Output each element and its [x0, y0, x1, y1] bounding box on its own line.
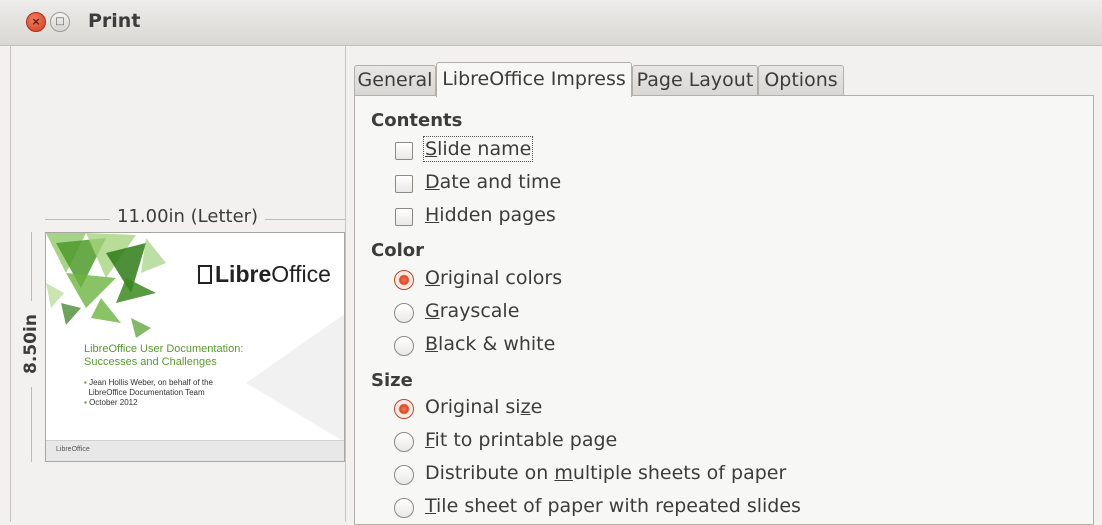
slide-bullets: ▪ Jean Hollis Weber, on behalf of the Li… [84, 378, 214, 407]
libreoffice-logo: LibreOffice [198, 261, 331, 288]
grayscale-label: Grayscale [425, 300, 520, 322]
original-size-label: Original size [425, 396, 543, 418]
impress-options-panel: Contents Slide name Date and time Hidden… [354, 95, 1094, 525]
tile-sheet-label: Tile sheet of paper with repeated slides [425, 495, 801, 517]
black-white-label: Black & white [425, 333, 556, 355]
fit-page-label: Fit to printable page [425, 429, 618, 451]
date-time-label: Date and time [425, 171, 562, 193]
slide-title: LibreOffice User Documentation: Successe… [84, 343, 244, 368]
black-white-radio[interactable] [394, 336, 414, 356]
original-colors-radio[interactable] [394, 270, 414, 290]
hidden-pages-label: Hidden pages [425, 204, 556, 226]
hidden-pages-checkbox[interactable] [395, 208, 413, 226]
window-title: Print [88, 10, 141, 32]
color-heading: Color [371, 240, 424, 261]
contents-heading: Contents [371, 110, 463, 131]
slide-name-label: Slide name [422, 136, 534, 162]
tile-sheet-radio[interactable] [394, 498, 414, 518]
distribute-sheets-radio[interactable] [394, 465, 414, 485]
original-size-radio[interactable] [394, 399, 414, 419]
distribute-sheets-label: Distribute on multiple sheets of paper [425, 462, 787, 484]
tab-general[interactable]: General [354, 65, 436, 95]
tab-page-layout[interactable]: Page Layout [632, 65, 758, 95]
page-width-dimension: 11.00in (Letter) [45, 206, 345, 232]
size-heading: Size [371, 370, 413, 391]
slide-footer: LibreOffice [46, 440, 344, 461]
print-preview-page: LibreOffice LibreOffice User Documentati… [45, 232, 345, 462]
document-icon [198, 265, 212, 284]
close-icon[interactable]: × [26, 12, 46, 32]
tab-libreoffice-impress[interactable]: LibreOffice Impress [436, 62, 632, 97]
page-height-dimension: 8.50in [18, 232, 44, 462]
slide-name-checkbox[interactable] [395, 142, 413, 160]
title-bar: × □ Print [0, 0, 1102, 46]
date-time-checkbox[interactable] [395, 175, 413, 193]
grayscale-radio[interactable] [394, 303, 414, 323]
fit-page-radio[interactable] [394, 432, 414, 452]
maximize-icon[interactable]: □ [50, 12, 70, 32]
original-colors-label: Original colors [425, 267, 563, 289]
page-height-label: 8.50in [21, 301, 41, 387]
tab-options[interactable]: Options [758, 65, 844, 95]
page-width-label: 11.00in (Letter) [110, 206, 266, 227]
